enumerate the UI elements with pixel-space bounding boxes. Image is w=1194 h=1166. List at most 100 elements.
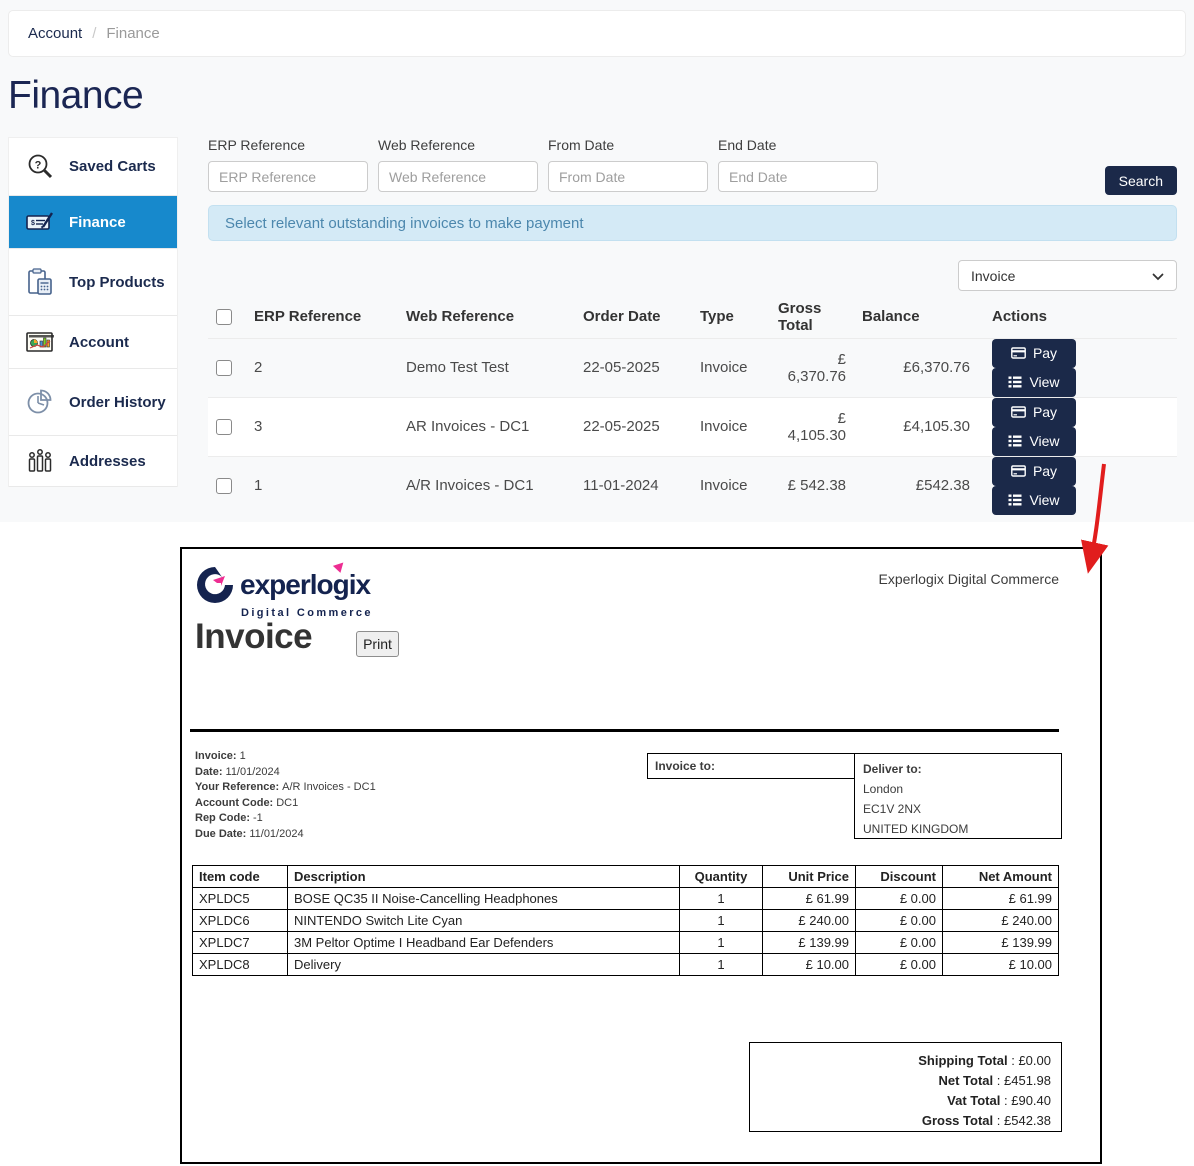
finance-main: ERP Reference Web Reference From Date En… <box>208 137 1177 515</box>
sidebar-item-label: Addresses <box>69 452 146 471</box>
sidebar-item-addresses[interactable]: Addresses <box>9 436 177 487</box>
sidebar-item-label: Order History <box>69 393 166 412</box>
item-code: XPLDC7 <box>193 932 288 954</box>
item-unit-price: £ 61.99 <box>763 888 856 910</box>
totals-value: £542.38 <box>1004 1113 1051 1128</box>
sidebar-item-account[interactable]: Account <box>9 316 177 369</box>
list-icon <box>1008 376 1022 388</box>
deliver-to-line: EC1V 2NX <box>863 802 921 816</box>
totals-value: £451.98 <box>1004 1073 1051 1088</box>
credit-card-icon <box>1011 406 1026 418</box>
from-date-field-group: From Date <box>548 137 708 192</box>
view-button[interactable]: View <box>992 368 1076 397</box>
meta-value: 11/01/2024 <box>249 828 303 840</box>
select-all-checkbox[interactable] <box>216 309 232 325</box>
invoice-items-table: Item code Description Quantity Unit Pric… <box>192 865 1059 976</box>
meta-value: 11/01/2024 <box>226 766 280 778</box>
meta-label: Your Reference: <box>195 781 279 793</box>
invoice-totals-box: Shipping Total : £0.00 Net Total : £451.… <box>749 1042 1062 1132</box>
invoice-header-right: Experlogix Digital Commerce <box>878 571 1059 587</box>
col-actions: Actions <box>978 296 1177 338</box>
chevron-down-icon <box>1152 268 1164 284</box>
credit-card-icon <box>1011 347 1026 359</box>
invoice-doc-title: Invoice <box>195 617 312 657</box>
invoice-preview: experlogix Digital Commerce Experlogix D… <box>180 547 1102 1164</box>
item-row: XPLDC8 Delivery 1 £ 10.00 £ 0.00 £ 10.00 <box>193 954 1059 976</box>
meta-value: A/R Invoices - DC1 <box>282 781 376 793</box>
print-button[interactable]: Print <box>356 631 399 657</box>
pay-button[interactable]: Pay <box>992 457 1076 486</box>
pie-chart-icon <box>25 387 55 417</box>
svg-text:$: $ <box>31 220 35 227</box>
web-reference-input[interactable] <box>378 161 538 192</box>
end-date-field-group: End Date <box>718 137 878 192</box>
meta-value: 1 <box>240 750 246 762</box>
sidebar-item-finance[interactable]: $ Finance <box>9 196 177 249</box>
item-row: XPLDC6 NINTENDO Switch Lite Cyan 1 £ 240… <box>193 910 1059 932</box>
totals-value: £90.40 <box>1011 1093 1051 1108</box>
col-quantity: Quantity <box>680 866 763 888</box>
totals-line: Vat Total : £90.40 <box>760 1091 1051 1111</box>
col-web-reference: Web Reference <box>398 296 575 338</box>
cell-erp: 2 <box>246 338 398 397</box>
col-unit-price: Unit Price <box>763 866 856 888</box>
breadcrumb-account-link[interactable]: Account <box>28 25 82 42</box>
info-banner: Select relevant outstanding invoices to … <box>208 205 1177 241</box>
sidebar-item-top-products[interactable]: Top Products <box>9 249 177 316</box>
col-gross-total: Gross Total <box>770 296 854 338</box>
erp-reference-input[interactable] <box>208 161 368 192</box>
stats-bars-icon <box>25 446 55 476</box>
totals-value: £0.00 <box>1018 1053 1051 1068</box>
meta-value: DC1 <box>276 797 298 809</box>
row-checkbox[interactable] <box>216 478 232 494</box>
cell-date: 22-05-2025 <box>575 397 692 456</box>
breadcrumb-current: Finance <box>106 25 159 42</box>
cell-web: A/R Invoices - DC1 <box>398 456 575 515</box>
invoice-row: 3 AR Invoices - DC1 22-05-2025 Invoice £… <box>208 397 1177 456</box>
item-code: XPLDC5 <box>193 888 288 910</box>
invoice-to-label: Invoice to: <box>655 759 715 773</box>
col-item-code: Item code <box>193 866 288 888</box>
item-quantity: 1 <box>680 888 763 910</box>
meta-label: Account Code: <box>195 797 273 809</box>
invoice-meta: Invoice:1 Date:11/01/2024 Your Reference… <box>195 749 376 842</box>
cell-balance: £4,105.30 <box>854 397 978 456</box>
pay-button[interactable]: Pay <box>992 339 1076 368</box>
sidebar-item-label: Top Products <box>69 273 165 292</box>
svg-text:?: ? <box>35 159 42 171</box>
page-title: Finance <box>8 74 143 118</box>
cell-balance: £6,370.76 <box>854 338 978 397</box>
item-row: XPLDC7 3M Peltor Optime I Headband Ear D… <box>193 932 1059 954</box>
invoice-row: 2 Demo Test Test 22-05-2025 Invoice £ 6,… <box>208 338 1177 397</box>
end-date-input[interactable] <box>718 161 878 192</box>
row-checkbox[interactable] <box>216 360 232 376</box>
search-button[interactable]: Search <box>1105 166 1177 195</box>
cell-balance: £542.38 <box>854 456 978 515</box>
invoice-row: 1 A/R Invoices - DC1 11-01-2024 Invoice … <box>208 456 1177 515</box>
totals-line: Gross Total : £542.38 <box>760 1111 1051 1131</box>
pay-button[interactable]: Pay <box>992 398 1076 427</box>
invoice-to-box: Invoice to: <box>647 753 855 779</box>
col-balance: Balance <box>854 296 978 338</box>
from-date-label: From Date <box>548 137 708 153</box>
meta-label: Due Date: <box>195 828 246 840</box>
cell-web: AR Invoices - DC1 <box>398 397 575 456</box>
meta-value: -1 <box>253 812 263 824</box>
end-date-label: End Date <box>718 137 878 153</box>
col-order-date: Order Date <box>575 296 692 338</box>
cell-web: Demo Test Test <box>398 338 575 397</box>
view-button[interactable]: View <box>992 427 1076 456</box>
view-button[interactable]: View <box>992 486 1076 515</box>
search-question-icon: ? <box>25 152 55 182</box>
sidebar-item-saved-carts[interactable]: ? Saved Carts <box>9 138 177 196</box>
sidebar-item-order-history[interactable]: Order History <box>9 369 177 436</box>
row-checkbox[interactable] <box>216 419 232 435</box>
col-erp-reference: ERP Reference <box>246 296 398 338</box>
from-date-input[interactable] <box>548 161 708 192</box>
sidebar-item-label: Finance <box>69 213 126 232</box>
cell-gross: £ 542.38 <box>770 456 854 515</box>
deliver-to-label: Deliver to: <box>863 762 922 776</box>
clipboard-calculator-icon <box>25 267 55 297</box>
document-type-select[interactable]: Invoice <box>958 260 1177 291</box>
cell-erp: 3 <box>246 397 398 456</box>
